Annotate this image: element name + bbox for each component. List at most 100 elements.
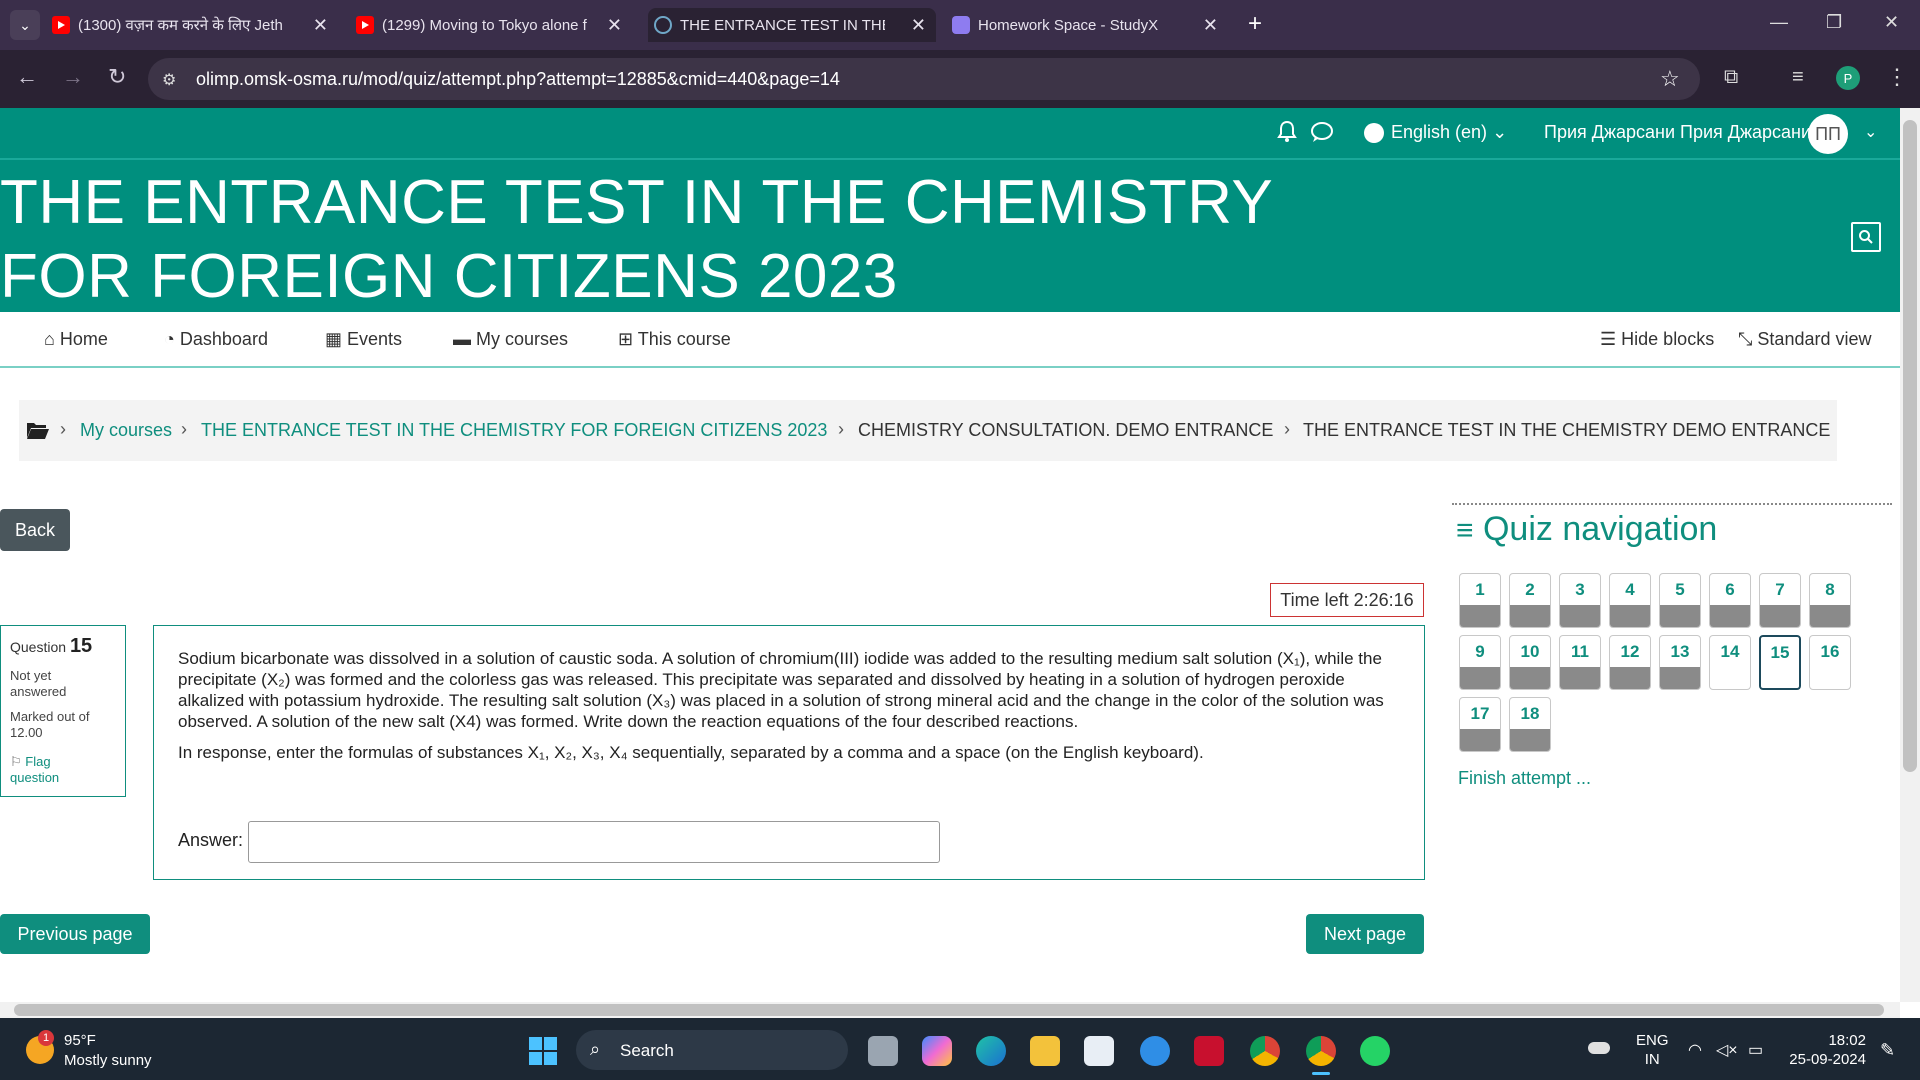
hamburger-icon[interactable]: ≡ bbox=[1456, 514, 1474, 547]
site-globe-icon bbox=[654, 16, 672, 34]
quiz-nav-button[interactable]: 6 bbox=[1709, 573, 1751, 628]
messages-chat-icon[interactable] bbox=[1310, 121, 1334, 148]
language-selector[interactable]: English (en) ⌄ bbox=[1391, 122, 1507, 143]
quiz-nav-button-number: 6 bbox=[1725, 580, 1735, 599]
profile-avatar[interactable]: P bbox=[1836, 66, 1860, 90]
cloud-icon[interactable] bbox=[1588, 1042, 1610, 1054]
quiz-nav-button-state-bar bbox=[1660, 667, 1700, 689]
close-tab-icon[interactable]: ✕ bbox=[911, 15, 926, 36]
forward-arrow-icon[interactable]: → bbox=[62, 64, 84, 90]
quiz-nav-button[interactable]: 4 bbox=[1609, 573, 1651, 628]
close-tab-icon[interactable]: ✕ bbox=[313, 15, 328, 36]
browser-tab-1[interactable]: (1300) वज़न कम करने के लिए Jeth ✕ bbox=[52, 8, 338, 42]
quiz-nav-button-state-bar bbox=[1510, 667, 1550, 689]
new-tab-button[interactable]: + bbox=[1248, 10, 1262, 38]
back-button[interactable]: Back bbox=[0, 509, 70, 551]
horizontal-scroll-thumb[interactable] bbox=[14, 1004, 1884, 1016]
quiz-nav-button[interactable]: 10 bbox=[1509, 635, 1551, 690]
notifications-icon[interactable]: ✎ bbox=[1880, 1040, 1895, 1061]
breadcrumb-course[interactable]: THE ENTRANCE TEST IN THE CHEMISTRY FOR F… bbox=[201, 420, 827, 441]
quiz-nav-button-number: 9 bbox=[1475, 642, 1485, 661]
quiz-nav-button[interactable]: 18 bbox=[1509, 697, 1551, 752]
whatsapp-icon[interactable] bbox=[1360, 1036, 1390, 1066]
taskbar-search-box[interactable]: ⌕ Search bbox=[576, 1030, 848, 1070]
close-window-icon[interactable]: ✕ bbox=[1884, 12, 1899, 33]
microsoft-store-icon[interactable] bbox=[1084, 1036, 1114, 1066]
nav-events[interactable]: ▦ Events bbox=[325, 329, 402, 350]
quiz-nav-button-number: 8 bbox=[1825, 580, 1835, 599]
copilot-icon[interactable] bbox=[922, 1036, 952, 1066]
site-info-icon[interactable]: ⚙ bbox=[162, 70, 176, 90]
hide-blocks-button[interactable]: ☰ Hide blocks bbox=[1600, 329, 1714, 350]
page-title-line-2: FOR FOREIGN CITIZENS 2023 bbox=[0, 242, 898, 311]
previous-page-button[interactable]: Previous page bbox=[0, 914, 150, 954]
bookmark-star-icon[interactable]: ☆ bbox=[1660, 66, 1680, 92]
user-menu-chevron-icon[interactable]: ⌄ bbox=[1864, 122, 1877, 142]
close-tab-icon[interactable]: ✕ bbox=[607, 15, 622, 36]
minimize-icon[interactable]: — bbox=[1770, 12, 1788, 33]
quiz-nav-button[interactable]: 8 bbox=[1809, 573, 1851, 628]
next-page-button[interactable]: Next page bbox=[1306, 914, 1424, 954]
nav-home[interactable]: ⌂ Home bbox=[44, 329, 108, 350]
quiz-nav-button[interactable]: 14 bbox=[1709, 635, 1751, 690]
quiz-nav-button[interactable]: 9 bbox=[1459, 635, 1501, 690]
nav-dashboard[interactable]: ◔ Dashboard bbox=[164, 329, 268, 350]
extensions-icon[interactable]: ⧉ bbox=[1724, 66, 1738, 89]
chrome-icon[interactable] bbox=[1250, 1036, 1280, 1066]
restore-icon[interactable]: ❐ bbox=[1826, 12, 1842, 33]
quiz-nav-button[interactable]: 5 bbox=[1659, 573, 1701, 628]
quiz-nav-button[interactable]: 16 bbox=[1809, 635, 1851, 690]
standard-view-button[interactable]: ⤡ Standard view bbox=[1738, 329, 1872, 350]
answer-input[interactable] bbox=[248, 821, 940, 863]
quiz-nav-button[interactable]: 3 bbox=[1559, 573, 1601, 628]
url-text[interactable]: olimp.omsk-osma.ru/mod/quiz/attempt.php?… bbox=[196, 69, 840, 90]
calendar-icon: ▦ bbox=[325, 329, 343, 349]
quiz-nav-button[interactable]: 17 bbox=[1459, 697, 1501, 752]
quiz-nav-button-state-bar bbox=[1510, 729, 1550, 751]
quiz-nav-button[interactable]: 11 bbox=[1559, 635, 1601, 690]
quiz-nav-button[interactable]: 15 bbox=[1759, 635, 1801, 690]
edge-browser-icon[interactable] bbox=[976, 1036, 1006, 1066]
browser-tab-4[interactable]: Homework Space - StudyX ✕ bbox=[952, 8, 1228, 42]
windows-start-icon[interactable] bbox=[528, 1036, 558, 1066]
user-avatar[interactable]: ПП bbox=[1808, 114, 1848, 154]
quiz-nav-button[interactable]: 7 bbox=[1759, 573, 1801, 628]
tab-search-button[interactable]: ⌄ bbox=[10, 10, 40, 40]
chrome-active-icon[interactable] bbox=[1306, 1036, 1336, 1066]
close-tab-icon[interactable]: ✕ bbox=[1203, 15, 1218, 36]
mcafee-icon[interactable] bbox=[1194, 1036, 1224, 1066]
notifications-bell-icon[interactable] bbox=[1276, 120, 1298, 149]
user-name[interactable]: Прия Джарсани Прия Джарсани bbox=[1544, 122, 1811, 143]
weather-widget[interactable]: 1 95°F Mostly sunny bbox=[26, 1030, 166, 1074]
weather-temp: 95°F bbox=[64, 1032, 96, 1049]
active-app-indicator bbox=[1312, 1072, 1330, 1075]
browser-tab-2[interactable]: (1299) Moving to Tokyo alone f ✕ bbox=[356, 8, 632, 42]
help-icon[interactable] bbox=[1140, 1036, 1170, 1066]
media-controls-icon[interactable]: ≡ bbox=[1792, 66, 1804, 89]
breadcrumb-my-courses[interactable]: My courses bbox=[80, 420, 172, 441]
search-icon[interactable] bbox=[1851, 222, 1881, 252]
nav-my-courses[interactable]: ▬ My courses bbox=[453, 329, 568, 350]
reload-icon[interactable]: ↻ bbox=[108, 64, 126, 90]
taskbar-search-label: Search bbox=[620, 1041, 674, 1060]
quiz-nav-button[interactable]: 1 bbox=[1459, 573, 1501, 628]
quiz-nav-button[interactable]: 13 bbox=[1659, 635, 1701, 690]
battery-icon[interactable]: ▭ bbox=[1748, 1040, 1763, 1060]
file-explorer-icon[interactable] bbox=[1030, 1036, 1060, 1066]
quiz-nav-button-number: 17 bbox=[1470, 704, 1490, 723]
back-arrow-icon[interactable]: ← bbox=[16, 64, 38, 90]
quiz-nav-button[interactable]: 12 bbox=[1609, 635, 1651, 690]
language-indicator[interactable]: ENG IN bbox=[1636, 1032, 1669, 1068]
nav-dashboard-label: Dashboard bbox=[179, 329, 268, 349]
finish-attempt-link[interactable]: Finish attempt ... bbox=[1458, 768, 1591, 789]
nav-this-course[interactable]: ⊞ This course bbox=[618, 329, 731, 350]
volume-muted-icon[interactable]: ◁× bbox=[1716, 1040, 1738, 1060]
quiz-nav-button[interactable]: 2 bbox=[1509, 573, 1551, 628]
task-view-icon[interactable] bbox=[868, 1036, 898, 1066]
browser-menu-icon[interactable]: ⋮ bbox=[1886, 64, 1908, 90]
vertical-scroll-thumb[interactable] bbox=[1903, 120, 1917, 772]
flag-question-link[interactable]: ⚐ Flag question bbox=[10, 754, 100, 786]
wifi-icon[interactable]: ◠ bbox=[1688, 1040, 1702, 1060]
clock[interactable]: 18:02 25-09-2024 bbox=[1786, 1032, 1866, 1068]
browser-tab-3-active[interactable]: THE ENTRANCE TEST IN THE CH ✕ bbox=[648, 8, 936, 42]
